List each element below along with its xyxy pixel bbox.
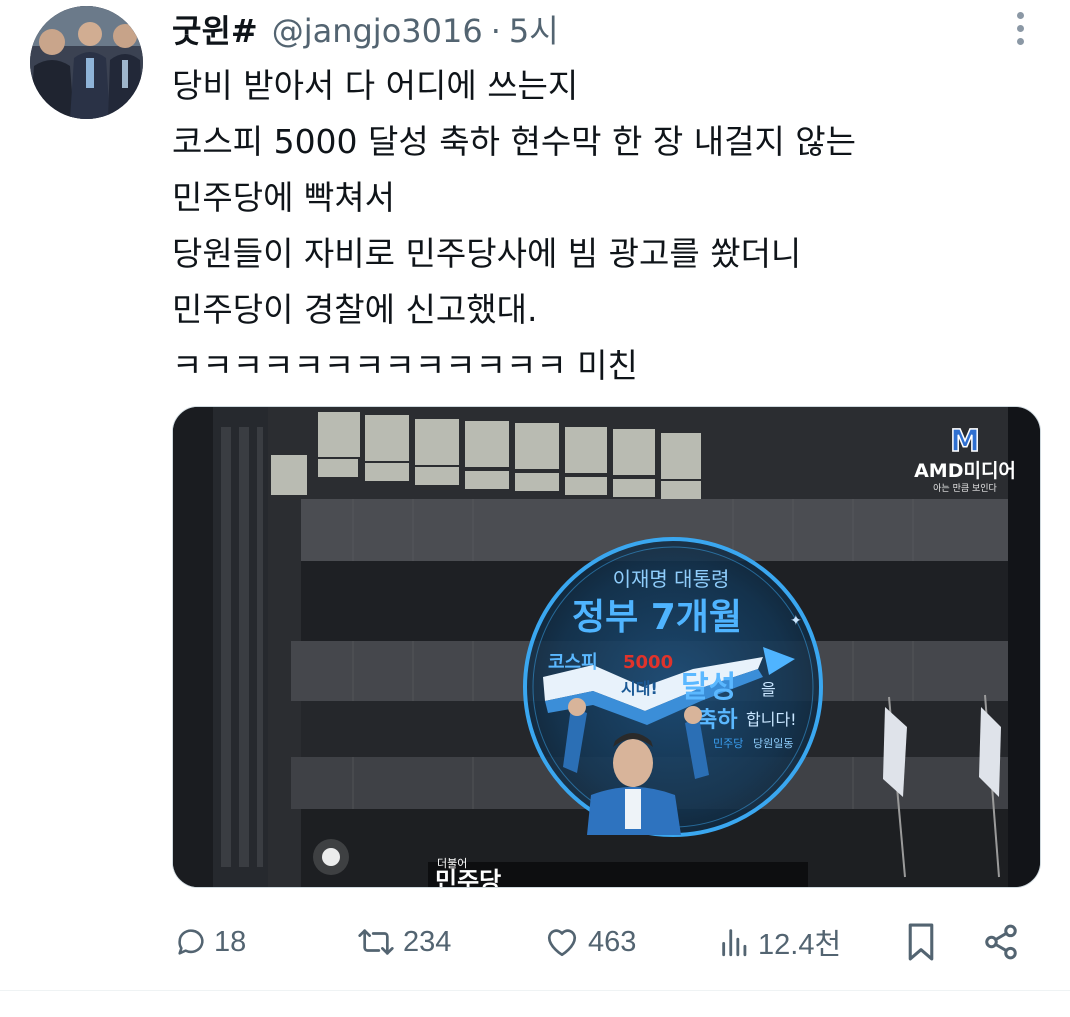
- retweet-count: 234: [403, 925, 452, 958]
- avatar-photo: [30, 6, 143, 119]
- author-display-name[interactable]: 굿윈#: [172, 6, 258, 52]
- achieve-word: 달성: [681, 670, 736, 705]
- celebrate-rest: 합니다!: [746, 710, 797, 729]
- views-icon: [722, 929, 747, 957]
- celebrate-word: 축하: [697, 708, 738, 733]
- tweet-media-image[interactable]: 이재명 대통령 정부 7개월 ✦ 코스피 5000 시대! 달성 을 축하 합니…: [172, 406, 1041, 888]
- reply-icon: [178, 929, 204, 955]
- author-handle[interactable]: @jangjo3016: [272, 12, 483, 50]
- projection-title: 정부 7개월: [572, 597, 742, 638]
- share-button[interactable]: [982, 912, 1020, 972]
- tweet-text-line: 민주당에 빡쳐서: [172, 178, 396, 217]
- watermark-brand: AMD미디어: [914, 460, 1016, 482]
- achieve-particle: 을: [761, 680, 776, 699]
- views-button[interactable]: 12.4천: [718, 912, 841, 972]
- watermark-tagline: 아는 만큼 보인다: [933, 483, 997, 494]
- more-icon-dot: [1016, 37, 1024, 45]
- svg-text:✦: ✦: [790, 613, 802, 629]
- tweet-header: 굿윈# @jangjo3016 · 5시: [172, 6, 559, 50]
- share-icon: [985, 924, 1017, 960]
- watermark-logo: M: [950, 424, 980, 459]
- view-count: 12.4천: [758, 929, 842, 961]
- author-avatar[interactable]: [30, 6, 143, 119]
- reply-button[interactable]: 18: [174, 912, 246, 972]
- signature-group: 당원일동: [753, 736, 793, 750]
- bookmark-button[interactable]: [904, 912, 938, 972]
- signature-party: 민주당: [713, 737, 743, 750]
- tweet-text: 당비 받아서 다 어디에 쓰는지 코스피 5000 달성 축하 현수막 한 장 …: [172, 58, 1052, 394]
- tweet-text-line: ㅋㅋㅋㅋㅋㅋㅋㅋㅋㅋㅋㅋㅋ 미친: [172, 346, 638, 385]
- tweet-text-line: 코스피 5000 달성 축하 현수막 한 장 내걸지 않는: [172, 122, 857, 161]
- tweet-divider: [0, 990, 1070, 991]
- tweet-timestamp[interactable]: 5시: [509, 6, 559, 52]
- banner-era: 시대!: [621, 679, 658, 698]
- bookmark-icon: [908, 923, 934, 961]
- projection-headline: 이재명 대통령: [613, 567, 730, 591]
- tweet-action-bar: 18 234 463 12.4천: [0, 912, 1070, 972]
- like-count: 463: [588, 925, 637, 958]
- more-options-button[interactable]: [1006, 8, 1034, 48]
- banner-5000: 5000: [623, 652, 673, 673]
- banner-kospi: 코스피: [548, 652, 598, 673]
- retweet-button[interactable]: 234: [355, 912, 451, 972]
- retweet-icon: [358, 929, 394, 955]
- building-sign: 민주당: [435, 867, 501, 888]
- more-icon-dot: [1016, 11, 1024, 19]
- building-projection-photo: 이재명 대통령 정부 7개월 ✦ 코스피 5000 시대! 달성 을 축하 합니…: [173, 407, 1040, 888]
- header-separator: ·: [490, 12, 501, 50]
- heart-icon: [547, 929, 577, 957]
- tweet-text-line: 당비 받아서 다 어디에 쓰는지: [172, 66, 579, 105]
- tweet-text-line: 민주당이 경찰에 신고했대.: [172, 290, 538, 329]
- reply-count: 18: [214, 925, 247, 958]
- more-icon-dot: [1016, 24, 1024, 32]
- tweet-text-line: 당원들이 자비로 민주당사에 빔 광고를 쐈더니: [172, 234, 802, 273]
- like-button[interactable]: 463: [542, 912, 636, 972]
